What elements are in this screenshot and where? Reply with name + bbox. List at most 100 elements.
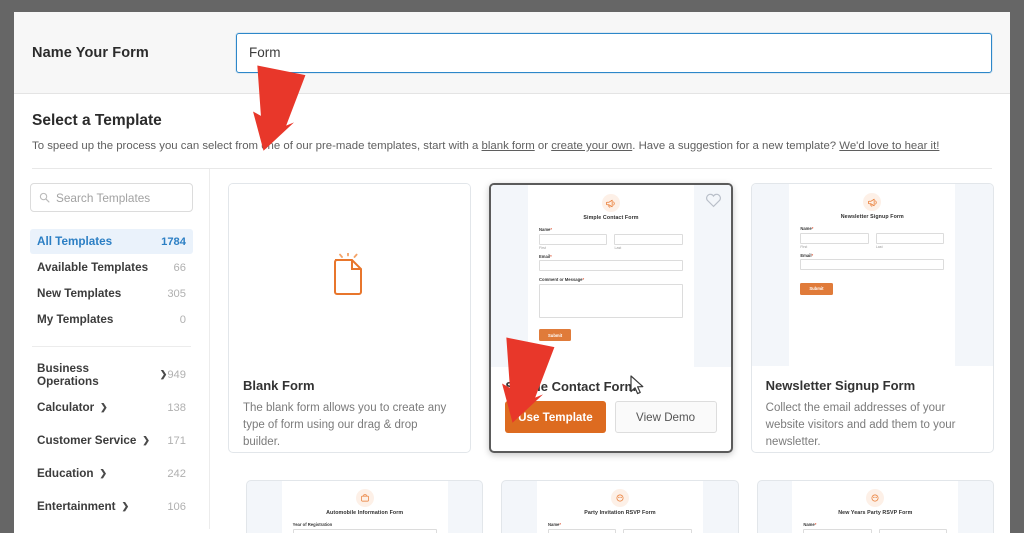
blank-form-link[interactable]: blank form <box>482 140 535 152</box>
category-count: 242 <box>167 467 186 480</box>
sidebar-category-education[interactable]: Education ❯ 242 <box>30 461 193 486</box>
form-name-input[interactable] <box>236 32 992 73</box>
search-templates-input[interactable] <box>56 190 184 205</box>
suggest-template-link[interactable]: We'd love to hear it! <box>839 140 939 152</box>
template-grid: Blank Form The blank form allows you to … <box>210 169 1010 529</box>
preview-email-label: Email* <box>539 254 683 259</box>
preview-name-row: First Last <box>538 233 683 254</box>
select-template-section: Select a Template To speed up the proces… <box>14 94 1010 170</box>
form-name-header: Name Your Form <box>14 12 1010 94</box>
megaphone-icon <box>867 198 877 207</box>
template-card-info: Blank Form The blank form allows you to … <box>229 366 470 450</box>
template-preview-blank <box>229 184 471 367</box>
preview-first-group <box>803 528 872 533</box>
sidebar-category-event-planning[interactable]: Event Planning 214 <box>30 527 193 533</box>
template-preview-contact: Simple Contact Form Name* First Last Ema… <box>491 185 731 368</box>
category-count: 106 <box>167 500 186 513</box>
sidebar-item-count: 305 <box>167 287 186 300</box>
sidebar-item-available-templates[interactable]: Available Templates 66 <box>30 255 193 280</box>
preview-first-field-label: Name* <box>803 522 947 527</box>
template-card-automobile-information-form[interactable]: Automobile Information Form Year of Regi… <box>246 480 484 533</box>
search-templates-box[interactable] <box>30 183 193 213</box>
party-icon <box>871 494 879 502</box>
sidebar-category-entertainment[interactable]: Entertainment ❯ 106 <box>30 494 193 519</box>
sidebar-item-count: 66 <box>173 261 186 274</box>
preview-submit-button: Submit <box>538 329 572 342</box>
newsletter-preview-sheet: Newsletter Signup Form Name* First Last <box>789 184 956 367</box>
preview-submit-button: Submit <box>800 282 833 295</box>
required-marker: * <box>814 522 817 527</box>
form-name-input-wrapper <box>236 32 992 73</box>
sidebar-category-business-operations[interactable]: Business Operations ❯ 949 <box>30 362 193 388</box>
sidebar-item-new-templates[interactable]: New Templates 305 <box>30 281 193 306</box>
template-card-info: Simple Contact Form Use Template View De… <box>491 367 730 434</box>
category-label-group: Customer Service ❯ <box>37 434 150 447</box>
template-card-party-invitation-rsvp-form[interactable]: Party Invitation RSVP Form Name* <box>501 480 739 533</box>
preview-last-group: Last <box>614 233 683 254</box>
party-icon <box>616 494 624 502</box>
megaphone-badge <box>863 193 882 212</box>
template-card-info: Newsletter Signup Form Collect the email… <box>752 366 993 450</box>
required-marker: * <box>550 227 553 233</box>
preview-last-input <box>614 233 683 245</box>
preview-name-label: Name* <box>539 227 683 232</box>
template-card-newsletter-signup-form[interactable]: Newsletter Signup Form Name* First Last <box>750 183 994 454</box>
template-sidebar: All Templates 1784 Available Templates 6… <box>14 169 210 530</box>
desc-text-1: To speed up the process you can select f… <box>32 140 482 152</box>
preview-name-text: Name <box>800 226 812 232</box>
preview-logo-row <box>548 489 692 507</box>
view-demo-button[interactable]: View Demo <box>614 401 717 434</box>
preview-first-group: First <box>800 232 869 253</box>
template-card-simple-contact-form[interactable]: Simple Contact Form Name* First Last Ema… <box>489 183 733 454</box>
heart-icon <box>705 194 721 208</box>
clip-preview-sheet: New Years Party RSVP Form Name* <box>792 481 959 533</box>
preview-name-label: Name* <box>800 226 944 231</box>
sidebar-item-label: My Templates <box>37 313 114 327</box>
required-marker: * <box>811 252 814 258</box>
preview-email-input <box>800 259 945 271</box>
preview-form-title: New Years Party RSVP Form <box>838 510 913 516</box>
template-browser: All Templates 1784 Available Templates 6… <box>14 169 1010 530</box>
megaphone-icon <box>606 199 616 208</box>
preview-logo-row <box>293 489 437 507</box>
chevron-down-icon: ❯ <box>100 402 108 413</box>
required-marker: * <box>811 226 814 232</box>
preview-message-label: Comment or Message* <box>539 277 683 282</box>
sidebar-category-calculator[interactable]: Calculator ❯ 138 <box>30 395 193 420</box>
sidebar-nav-list: All Templates 1784 Available Templates 6… <box>30 229 193 332</box>
preview-last-sublabel: Last <box>875 244 883 249</box>
name-your-form-label: Name Your Form <box>32 44 149 61</box>
form-badge <box>610 489 629 507</box>
chevron-down-icon: ❯ <box>159 369 168 380</box>
use-template-button[interactable]: Use Template <box>505 401 606 434</box>
chevron-down-icon: ❯ <box>142 435 150 446</box>
chevron-down-icon: ❯ <box>99 468 108 479</box>
category-label-group: Business Operations ❯ <box>37 362 167 388</box>
sidebar-item-count: 1784 <box>161 235 186 248</box>
preview-last-group: Last <box>875 232 945 253</box>
preview-first-input <box>292 528 437 533</box>
sidebar-category-list: Business Operations ❯ 949 Calculator ❯ 1… <box>30 362 193 533</box>
favorite-button[interactable] <box>705 192 722 213</box>
required-marker: * <box>582 277 585 283</box>
category-label-group: Education ❯ <box>37 467 107 480</box>
category-label: Education <box>37 467 94 481</box>
category-label: Calculator <box>37 401 95 415</box>
template-card-blank-form[interactable]: Blank Form The blank form allows you to … <box>228 183 472 454</box>
create-your-own-link[interactable]: create your own <box>551 140 632 152</box>
app-window: Name Your Form Select a Template To spee… <box>14 12 1010 533</box>
sidebar-item-my-templates[interactable]: My Templates 0 <box>30 307 193 332</box>
preview-first-sublabel: First <box>800 244 808 249</box>
preview-message-textarea <box>538 283 683 318</box>
chevron-down-icon: ❯ <box>121 501 130 512</box>
category-label: Customer Service <box>37 434 137 448</box>
preview-message-text: Comment or Message <box>538 277 583 283</box>
form-badge <box>355 489 374 507</box>
preview-name-text: Name <box>547 522 560 527</box>
category-label: Entertainment <box>37 500 116 514</box>
sidebar-category-customer-service[interactable]: Customer Service ❯ 171 <box>30 428 193 453</box>
template-card-title: Simple Contact Form <box>505 379 637 395</box>
form-badge <box>866 489 885 507</box>
sidebar-item-all-templates[interactable]: All Templates 1784 <box>30 229 193 255</box>
template-card-new-years-party-rsvp-form[interactable]: New Years Party RSVP Form Name* <box>756 480 994 533</box>
